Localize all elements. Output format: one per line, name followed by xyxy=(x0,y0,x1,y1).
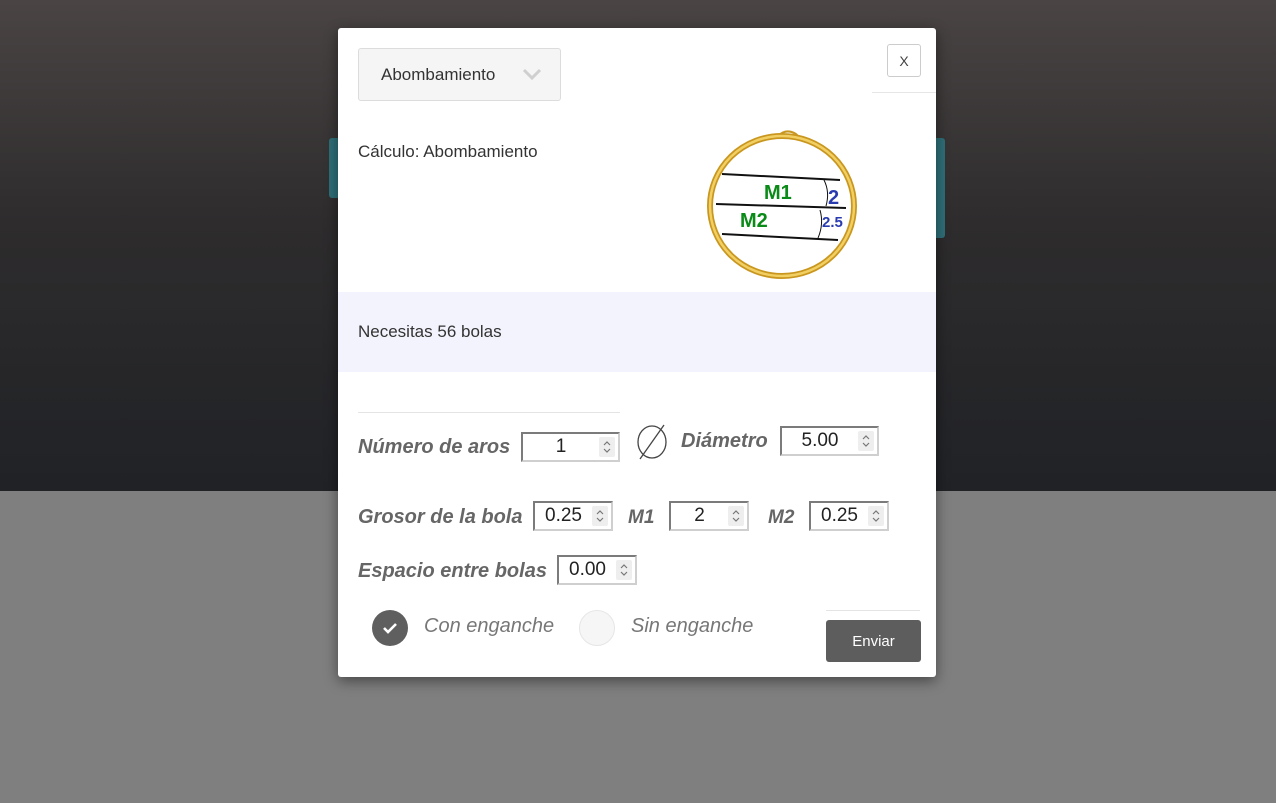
numero-aros-value: 1 xyxy=(555,436,567,457)
diametro-label: Diámetro xyxy=(681,430,768,452)
spinner-icon[interactable] xyxy=(616,560,632,580)
numero-aros-input[interactable]: 1 xyxy=(521,432,620,462)
sin-enganche-label: Sin enganche xyxy=(631,615,754,637)
grosor-value: 0.25 xyxy=(545,505,582,526)
espacio-input[interactable]: 0.00 xyxy=(557,555,637,585)
result-text: Necesitas 56 bolas xyxy=(358,322,502,341)
result-panel: Necesitas 56 bolas xyxy=(338,292,936,372)
hoop-earring-diagram: M1 M2 2 2.5 xyxy=(707,130,857,279)
spinner-icon[interactable] xyxy=(858,431,874,451)
diameter-icon xyxy=(637,424,667,460)
close-button[interactable]: X xyxy=(887,44,921,77)
grosor-input[interactable]: 0.25 xyxy=(533,501,613,531)
spinner-icon[interactable] xyxy=(592,506,608,526)
diametro-input[interactable]: 5.00 xyxy=(780,426,879,456)
sin-enganche-radio[interactable] xyxy=(579,610,615,646)
m2-value: 0.25 xyxy=(821,505,858,526)
dropdown-selected-value: Abombamiento xyxy=(381,64,496,84)
espacio-value: 0.00 xyxy=(569,559,606,580)
header-divider xyxy=(872,92,936,93)
con-enganche-radio[interactable] xyxy=(372,610,408,646)
diagram-label-m1: M1 xyxy=(764,182,792,204)
m1-value: 2 xyxy=(694,505,705,526)
m2-label: M2 xyxy=(768,507,795,528)
footer-divider xyxy=(826,610,920,611)
calculation-type-dropdown[interactable]: Abombamiento xyxy=(358,48,561,101)
m1-label: M1 xyxy=(628,507,655,528)
diametro-value: 5.00 xyxy=(801,430,839,451)
spinner-icon[interactable] xyxy=(728,506,744,526)
numero-aros-label: Número de aros xyxy=(358,436,511,458)
espacio-label: Espacio entre bolas xyxy=(358,560,547,582)
grosor-label: Grosor de la bola xyxy=(358,506,523,528)
spinner-icon[interactable] xyxy=(599,437,615,457)
spinner-icon[interactable] xyxy=(868,506,884,526)
chevron-down-icon xyxy=(522,68,542,81)
enviar-button[interactable]: Enviar xyxy=(826,620,921,662)
diagram-value-2: 2.5 xyxy=(822,214,843,231)
diagram-label-m2: M2 xyxy=(740,210,768,232)
m2-input[interactable]: 0.25 xyxy=(809,501,889,531)
calculation-title: Cálculo: Abombamiento xyxy=(358,142,538,161)
con-enganche-label: Con enganche xyxy=(424,615,555,637)
diagram-value-1: 2 xyxy=(828,187,839,209)
m1-input[interactable]: 2 xyxy=(669,501,749,531)
checkmark-icon xyxy=(383,623,397,634)
calculator-modal: Abombamiento X Cálculo: Abombamiento M1 … xyxy=(338,28,936,677)
form-divider xyxy=(358,412,620,413)
